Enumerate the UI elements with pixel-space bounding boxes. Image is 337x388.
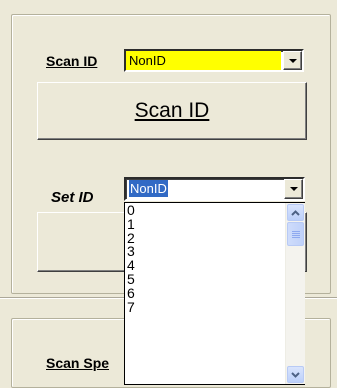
scan-id-label: Scan ID	[46, 53, 98, 69]
list-item[interactable]: 2	[125, 231, 282, 246]
list-item[interactable]: 5	[125, 272, 282, 287]
set-id-combo-button[interactable]	[284, 179, 303, 199]
set-id-label: Set ID	[51, 189, 94, 206]
scan-id-button[interactable]: Scan ID	[37, 82, 307, 140]
set-id-combo-value: NonID	[129, 180, 168, 197]
chevron-up-icon	[291, 209, 300, 216]
set-id-dropdown-list: 0 1 2 3 4 5 6 7	[124, 202, 305, 385]
list-item[interactable]: 1	[125, 217, 282, 232]
scan-id-button-label: Scan ID	[134, 99, 210, 122]
scan-id-combo-value: NonID	[126, 51, 281, 70]
dropdown-scrollbar[interactable]	[285, 203, 305, 384]
list-item[interactable]: 6	[125, 286, 282, 301]
scroll-up-button[interactable]	[287, 204, 304, 221]
chevron-down-icon	[291, 371, 300, 378]
scroll-thumb[interactable]	[287, 222, 304, 246]
scan-speed-label: Scan Spe	[46, 355, 110, 371]
list-item[interactable]: 3	[125, 244, 282, 259]
list-item[interactable]: 0	[125, 203, 282, 218]
set-id-combo[interactable]: NonID	[124, 177, 305, 201]
list-item[interactable]: 7	[125, 300, 282, 315]
scan-id-combo[interactable]: NonID	[124, 49, 304, 72]
chevron-down-icon	[289, 187, 298, 191]
scroll-down-button[interactable]	[287, 366, 304, 383]
scan-id-combo-button[interactable]	[283, 51, 302, 70]
chevron-down-icon	[288, 58, 297, 63]
list-item[interactable]: 4	[125, 258, 282, 273]
